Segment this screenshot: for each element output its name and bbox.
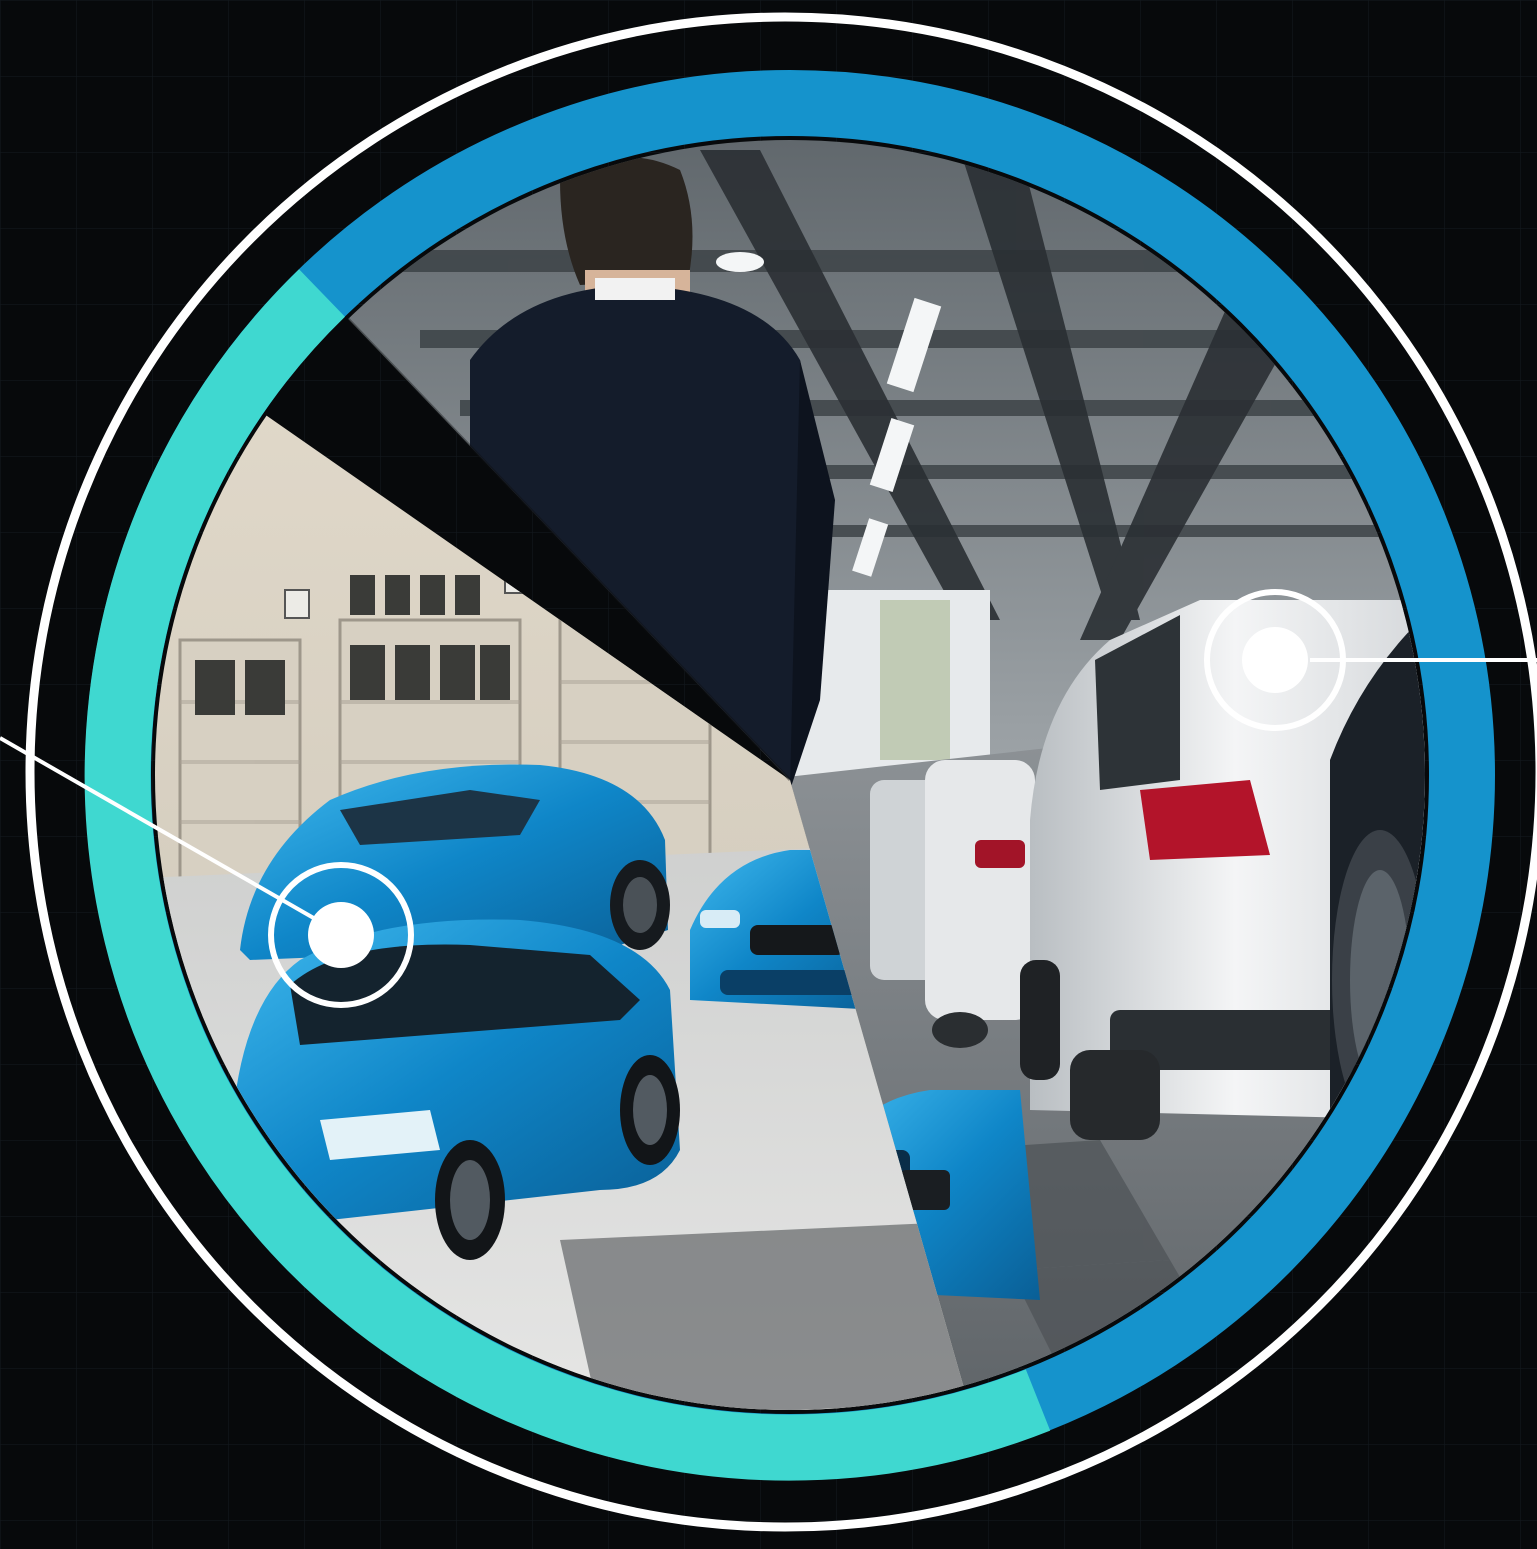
scene <box>0 0 1537 1549</box>
illustration <box>0 0 1537 1549</box>
